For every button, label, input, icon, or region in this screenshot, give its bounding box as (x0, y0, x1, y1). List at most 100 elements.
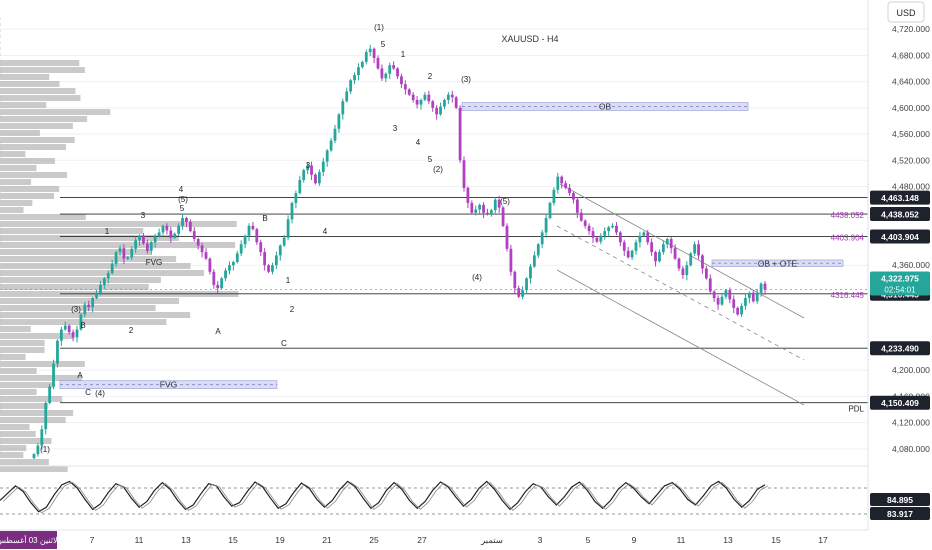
volume-bar (0, 242, 236, 248)
candle (71, 332, 75, 338)
candle (486, 212, 489, 215)
candle (360, 61, 364, 68)
time-axis[interactable]: 7 11 13 15 19 21 25 27 ستمبر 3 5 9 11 13 15 17 الاثنين 0… (0, 529, 932, 550)
candle (243, 235, 247, 245)
volume-bar (0, 445, 27, 451)
candle (407, 89, 411, 95)
candle (415, 99, 419, 105)
level-note: 4403.904 (831, 233, 865, 242)
candle (181, 218, 184, 226)
volume-bar (0, 221, 237, 227)
level-tag-label: 4,438.052 (881, 210, 919, 220)
price-axis[interactable]: 4,720.000 4,680.000 4,640.000 4,600.000 4,56… (867, 0, 932, 550)
level-note: 4316.445 (831, 291, 865, 300)
candle (153, 236, 157, 243)
volume-bar (0, 277, 161, 283)
time-tick-label: 15 (771, 535, 781, 545)
candle (185, 218, 188, 222)
price-tick-label: 4,360.000 (892, 260, 930, 270)
candle (431, 101, 435, 108)
candle (521, 290, 525, 297)
candle (759, 283, 763, 293)
candle (556, 176, 560, 190)
volume-bar (0, 158, 55, 164)
volume-bar (0, 207, 24, 213)
candle (372, 48, 376, 58)
wave-label: (1) (374, 23, 384, 32)
candle (615, 225, 618, 233)
candle (290, 202, 294, 220)
time-tick-label: 15 (228, 535, 238, 545)
volume-bar (0, 193, 55, 199)
volume-bar (0, 466, 68, 472)
volume-bar (0, 88, 76, 94)
candle (701, 255, 704, 269)
volume-bar (0, 417, 66, 423)
candle (669, 239, 673, 249)
volume-bar (0, 382, 53, 388)
candle (564, 183, 568, 188)
candle (95, 292, 98, 299)
volume-bar (0, 410, 74, 416)
candle (169, 230, 173, 238)
candle (685, 265, 689, 276)
volume-bar (0, 102, 47, 108)
level-tag-label: 4,150.409 (881, 398, 919, 408)
candle (716, 298, 720, 305)
candle (56, 340, 59, 364)
price-tick-label: 4,080.000 (892, 444, 930, 454)
currency-button-label: USD (896, 8, 916, 18)
volume-bar (0, 67, 85, 73)
price-tick-label: 4,120.000 (892, 418, 930, 428)
candle (466, 187, 470, 203)
volume-bar (0, 116, 88, 122)
volume-bar (0, 60, 80, 66)
candle (536, 244, 540, 256)
time-tick-label: 9 (632, 535, 637, 545)
currency-button[interactable]: USD (887, 1, 925, 23)
date-badge-label: الاثنين 03 أغسطس (0, 534, 60, 545)
candle (204, 252, 208, 259)
level-tag-label: 4,403.904 (881, 232, 919, 242)
candle (435, 107, 439, 115)
candle (44, 402, 48, 430)
candle (102, 278, 106, 285)
wave-label: FVG (146, 258, 162, 267)
candle (177, 225, 181, 234)
volume-bar (0, 354, 26, 360)
candle (493, 199, 497, 211)
volume-bar (0, 452, 24, 458)
wave-label: B (262, 214, 267, 223)
candle (630, 250, 634, 258)
osc-line (0, 480, 766, 513)
volume-bar (0, 214, 86, 220)
volume-bar (0, 95, 81, 101)
candle (419, 99, 423, 105)
candle (130, 248, 134, 258)
candle (474, 209, 478, 213)
candle (532, 255, 536, 267)
candle (110, 263, 114, 274)
wave-label: (4) (95, 389, 105, 398)
wave-label: 4 (179, 185, 184, 194)
candle (540, 232, 544, 245)
osc-value-label: 84.895 (887, 495, 913, 505)
volume-bar (0, 368, 37, 374)
price-tick-label: 4,640.000 (892, 77, 930, 87)
price-tick-label: 4,200.000 (892, 365, 930, 375)
candle (83, 304, 87, 315)
candle (278, 245, 282, 256)
volume-bar (0, 347, 45, 353)
volume-bar (0, 186, 60, 192)
candle (712, 291, 716, 299)
candle (704, 268, 708, 279)
volume-bar (0, 172, 68, 178)
candle (544, 218, 548, 233)
volume-bar (0, 81, 60, 87)
candle (575, 199, 579, 213)
candle (161, 225, 165, 233)
wave-label: (1) (40, 445, 50, 454)
candle (364, 52, 368, 62)
candle (274, 255, 278, 266)
candle (138, 235, 141, 241)
